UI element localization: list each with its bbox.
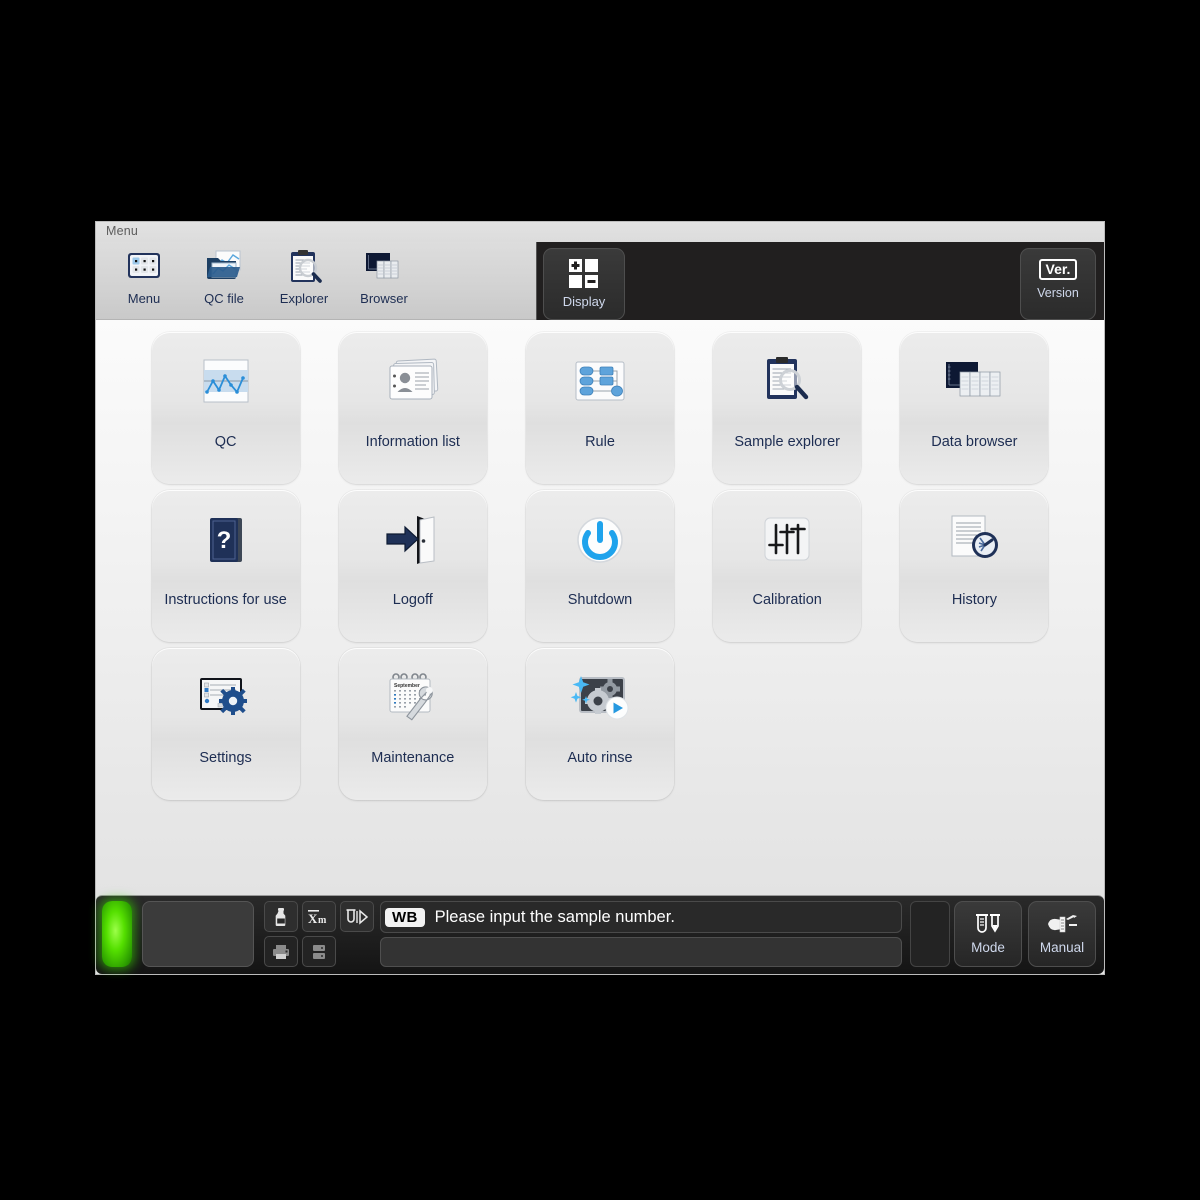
- screen: Menu Menu QC file Explorer Browser Displ…: [0, 0, 1200, 1200]
- tile-qc[interactable]: QC: [151, 332, 300, 484]
- manual-book-icon: ?: [190, 512, 262, 574]
- tile-instructions-for-use[interactable]: ? Instructions for use: [151, 490, 300, 642]
- tile-label: Sample explorer: [734, 434, 840, 450]
- tile-label: Logoff: [392, 592, 433, 608]
- tile-settings[interactable]: Settings: [151, 648, 300, 800]
- maintenance-wrench-icon: September: [377, 670, 449, 732]
- version-button[interactable]: Ver. Version: [1020, 248, 1096, 320]
- history-clock-icon: [938, 512, 1010, 574]
- application-window: Menu Menu QC file Explorer Browser Displ…: [96, 222, 1104, 974]
- toolbar-button-explorer[interactable]: Explorer: [264, 242, 344, 320]
- tile-label: Calibration: [752, 592, 822, 608]
- svg-text:?: ?: [216, 527, 231, 554]
- display-quad-icon: [567, 257, 601, 289]
- svg-text:m: m: [318, 915, 327, 926]
- status-display-panel: [142, 901, 254, 967]
- sliders-icon: [751, 512, 823, 574]
- version-badge: Ver.: [1038, 259, 1078, 280]
- status-right-panel: [910, 901, 950, 967]
- toolbar: Menu QC file Explorer Browser Display Ve…: [96, 242, 1104, 320]
- tile-label: Instructions for use: [164, 592, 287, 608]
- tile-history[interactable]: History: [900, 490, 1049, 642]
- manual-hand-icon: [1045, 913, 1079, 937]
- toolbar-button-label: Browser: [360, 291, 408, 306]
- toolbar-button-label: QC file: [204, 291, 244, 306]
- menu-content: QC Information list Rule Sample explorer…: [96, 320, 1104, 895]
- tile-label: Maintenance: [371, 750, 455, 766]
- tile-auto-rinse[interactable]: Auto rinse: [525, 648, 674, 800]
- svg-text:September: September: [394, 683, 420, 689]
- status-led: [102, 901, 132, 967]
- logoff-door-icon: [377, 512, 449, 574]
- tile-label: Auto rinse: [567, 750, 633, 766]
- host-transmit-icon[interactable]: [302, 936, 336, 967]
- tile-label: Data browser: [931, 434, 1018, 450]
- tile-label: Information list: [365, 434, 460, 450]
- version-button-label: Version: [1037, 286, 1079, 300]
- status-message-row: WB Please input the sample number.: [380, 901, 902, 933]
- mode-button[interactable]: Mode: [954, 901, 1022, 967]
- tile-label: History: [951, 592, 997, 608]
- window-title: Menu: [106, 224, 139, 238]
- menu-grid-icon: [121, 247, 167, 287]
- manual-button-label: Manual: [1039, 940, 1085, 955]
- xm-mean-icon[interactable]: X m: [302, 901, 336, 932]
- qc-file-icon: [201, 247, 247, 287]
- tile-calibration[interactable]: Calibration: [713, 490, 862, 642]
- qc-chart-icon: [190, 354, 262, 416]
- toolbar-button-qc-file[interactable]: QC file: [184, 242, 264, 320]
- sample-number-input[interactable]: [381, 938, 901, 966]
- explorer-icon: [281, 247, 327, 287]
- tile-label: QC: [214, 434, 237, 450]
- data-browser-icon: [938, 354, 1010, 416]
- mode-button-label: Mode: [971, 940, 1005, 955]
- tile-sample-explorer[interactable]: Sample explorer: [713, 332, 862, 484]
- reagent-bottle-icon[interactable]: [264, 901, 298, 932]
- tile-data-browser[interactable]: Data browser: [900, 332, 1049, 484]
- power-icon: [564, 512, 636, 574]
- sample-number-input-row[interactable]: [380, 937, 902, 967]
- svg-text:X: X: [308, 911, 318, 926]
- status-icon-grid: X m: [264, 901, 374, 967]
- sample-explorer-icon: [751, 354, 823, 416]
- toolbar-button-browser[interactable]: Browser: [344, 242, 424, 320]
- tab-display[interactable]: Display: [543, 248, 625, 320]
- sample-aspirate-icon[interactable]: [340, 901, 374, 932]
- manual-button[interactable]: Manual: [1028, 901, 1096, 967]
- tile-label: Settings: [199, 750, 252, 766]
- tubes-icon: [972, 913, 1004, 937]
- tile-logoff[interactable]: Logoff: [338, 490, 487, 642]
- browser-icon: [361, 247, 407, 287]
- mode-badge: WB: [385, 907, 425, 927]
- menu-grid: QC Information list Rule Sample explorer…: [132, 332, 1068, 800]
- window-title-strip: Menu: [96, 222, 1104, 242]
- settings-gear-icon: [190, 670, 262, 732]
- status-message: Please input the sample number.: [434, 907, 675, 926]
- tile-label: Shutdown: [567, 592, 633, 608]
- toolbar-button-label: Menu: [127, 291, 161, 306]
- toolbar-dark-region: Display Ver. Version: [536, 242, 1104, 320]
- information-list-icon: [377, 354, 449, 416]
- toolbar-button-group: Menu QC file Explorer Browser: [104, 242, 424, 320]
- auto-rinse-icon: [564, 670, 636, 732]
- tile-information-list[interactable]: Information list: [338, 332, 487, 484]
- toolbar-button-menu[interactable]: Menu: [104, 242, 184, 320]
- tab-display-label: Display: [562, 294, 606, 309]
- tile-maintenance[interactable]: September Maintenance: [338, 648, 487, 800]
- printer-icon[interactable]: [264, 936, 298, 967]
- toolbar-button-label: Explorer: [279, 291, 329, 306]
- tile-rule[interactable]: Rule: [525, 332, 674, 484]
- tile-shutdown[interactable]: Shutdown: [525, 490, 674, 642]
- tile-label: Rule: [585, 434, 615, 450]
- rule-flow-icon: [564, 354, 636, 416]
- status-bar: X m WB Please input the sample number. M…: [96, 895, 1104, 974]
